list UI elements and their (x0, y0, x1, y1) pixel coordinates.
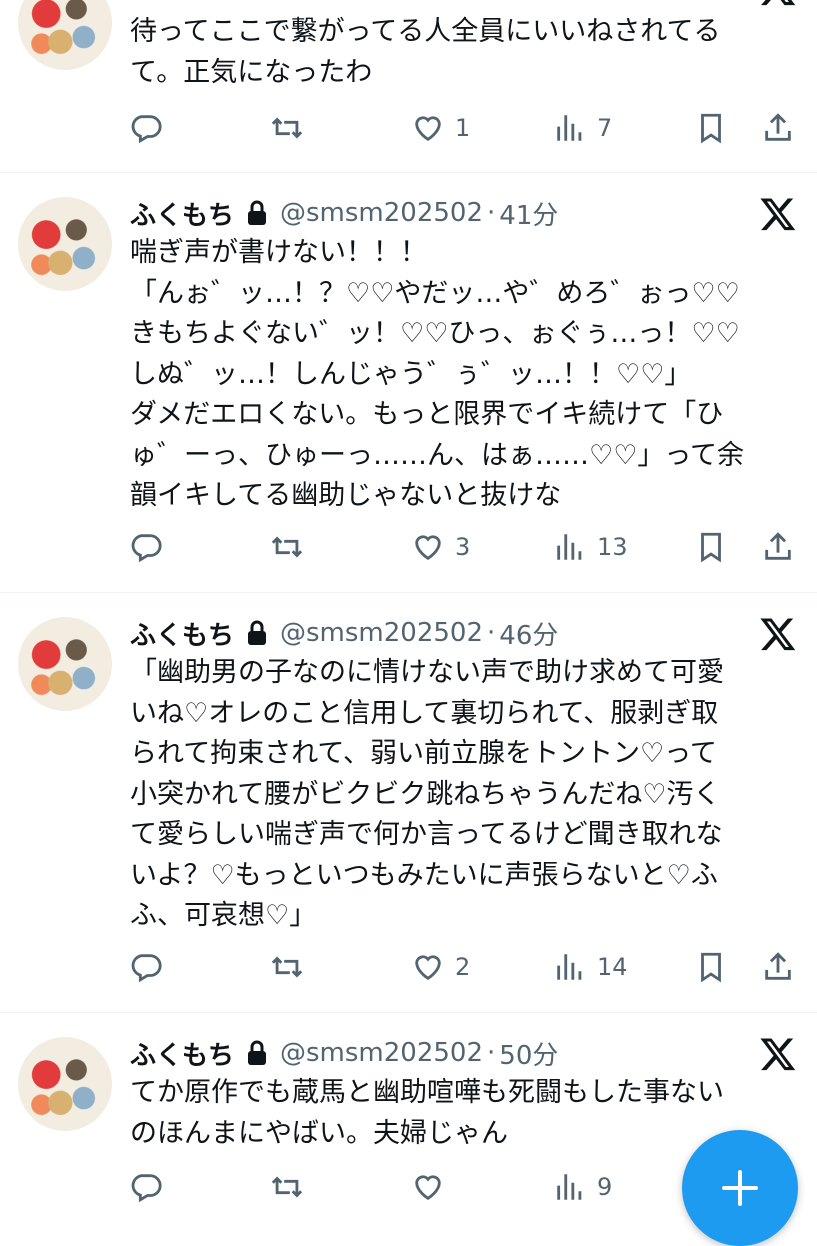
retweet-button[interactable] (270, 106, 314, 150)
retweet-button[interactable] (270, 1165, 314, 1209)
tweet-header: ふくもち @smsm202502 · 41分 (130, 193, 558, 233)
bookmark-icon (701, 952, 721, 983)
display-name[interactable]: ふくもち (130, 615, 234, 652)
avatar[interactable] (18, 1037, 112, 1131)
separator: · (487, 1038, 496, 1068)
like-icon (415, 116, 441, 142)
views-button[interactable]: 7 (553, 106, 612, 150)
like-icon (415, 955, 441, 981)
like-button[interactable] (411, 1165, 455, 1209)
bookmark-button[interactable] (694, 945, 728, 989)
timestamp[interactable]: 41分 (499, 195, 558, 232)
x-logo-icon (760, 1038, 796, 1071)
avatar[interactable] (18, 617, 112, 711)
reply-icon (131, 115, 162, 144)
reply-icon (131, 534, 162, 563)
tweet[interactable]: 待ってここで繋がってる人全員にいいねされてる て。正気になったわ 1 7 (0, 0, 817, 172)
bookmark-button[interactable] (694, 106, 728, 150)
share-icon (765, 952, 791, 980)
tweet-actions: 1 7 (0, 106, 817, 150)
tweet-text: 待ってここで繋がってる人全員にいいねされてる て。正気になったわ (130, 16, 721, 88)
retweet-button[interactable] (270, 945, 314, 989)
tweet-actions: 2 14 (0, 945, 817, 989)
share-button[interactable] (761, 106, 795, 150)
reply-icon (131, 954, 162, 983)
tweet-header: ふくもち @smsm202502 · 50分 (130, 1033, 558, 1073)
reply-button[interactable] (129, 525, 173, 569)
retweet-icon (271, 117, 303, 139)
compose-icon (720, 1168, 760, 1208)
tweet[interactable]: ふくもち @smsm202502 · 46分 「幽助男の子なのに情けない声で助け… (0, 593, 817, 1011)
views-icon (557, 534, 582, 560)
tweet-text: てか原作でも蔵馬と幽助喧嘩も死闘もした事ない のほんまにやばい。夫婦じゃん (130, 1077, 724, 1149)
share-icon (765, 113, 791, 141)
views-button[interactable]: 14 (553, 945, 628, 989)
avatar[interactable] (18, 0, 112, 70)
reply-icon (131, 1174, 162, 1203)
like-button[interactable]: 1 (411, 106, 470, 150)
share-icon (765, 532, 791, 560)
bookmark-icon (701, 113, 721, 144)
handle[interactable]: @smsm202502 (280, 618, 483, 648)
retweet-icon (271, 956, 303, 978)
separator: · (487, 198, 496, 228)
like-count: 1 (455, 114, 471, 142)
like-count: 3 (455, 533, 471, 561)
avatar[interactable] (18, 197, 112, 291)
views-button[interactable]: 13 (553, 525, 628, 569)
tweet-actions: 3 13 (0, 525, 817, 569)
like-button[interactable]: 3 (411, 525, 470, 569)
share-button[interactable] (761, 525, 795, 569)
bookmark-icon (701, 532, 721, 563)
tweet-text: 喘ぎ声が書けない！！！ 「んぉ゛ッ…！？♡♡やだッ…や゛めろ゛ぉっ♡♡ きもちよ… (130, 237, 745, 511)
like-icon (415, 1175, 441, 1201)
like-button[interactable]: 2 (411, 945, 470, 989)
display-name[interactable]: ふくもち (130, 195, 234, 232)
lock-icon (248, 620, 267, 645)
tweet-text: 「幽助男の子なのに情けない声で助け求めて可愛 いね♡オレのこと信用して裏切られて… (130, 657, 724, 931)
timestamp[interactable]: 46分 (499, 615, 558, 652)
compose-button[interactable] (682, 1130, 798, 1246)
tweet-header: ふくもち @smsm202502 · 46分 (130, 613, 558, 653)
views-icon (557, 954, 582, 980)
views-count: 13 (597, 533, 628, 561)
views-icon (557, 1174, 582, 1200)
views-button[interactable]: 9 (553, 1165, 612, 1209)
x-logo-icon (760, 198, 796, 231)
timestamp[interactable]: 50分 (499, 1035, 558, 1072)
lock-icon (248, 200, 267, 225)
reply-button[interactable] (129, 1165, 173, 1209)
retweet-button[interactable] (270, 525, 314, 569)
views-icon (557, 115, 582, 141)
views-count: 9 (597, 1173, 613, 1201)
retweet-icon (271, 536, 303, 558)
lock-icon (248, 1040, 267, 1065)
x-logo-icon (761, 0, 796, 6)
reply-button[interactable] (129, 945, 173, 989)
handle[interactable]: @smsm202502 (280, 198, 483, 228)
bookmark-button[interactable] (694, 525, 728, 569)
reply-button[interactable] (129, 106, 173, 150)
share-button[interactable] (761, 945, 795, 989)
like-icon (415, 535, 441, 561)
display-name[interactable]: ふくもち (130, 1035, 234, 1072)
retweet-icon (271, 1176, 303, 1198)
x-logo-icon (760, 618, 796, 651)
views-count: 14 (597, 953, 628, 981)
tweet[interactable]: ふくもち @smsm202502 · 41分 喘ぎ声が書けない！！！ 「んぉ゛ッ… (0, 173, 817, 591)
separator: · (487, 618, 496, 648)
like-count: 2 (455, 953, 471, 981)
handle[interactable]: @smsm202502 (280, 1038, 483, 1068)
views-count: 7 (597, 114, 613, 142)
